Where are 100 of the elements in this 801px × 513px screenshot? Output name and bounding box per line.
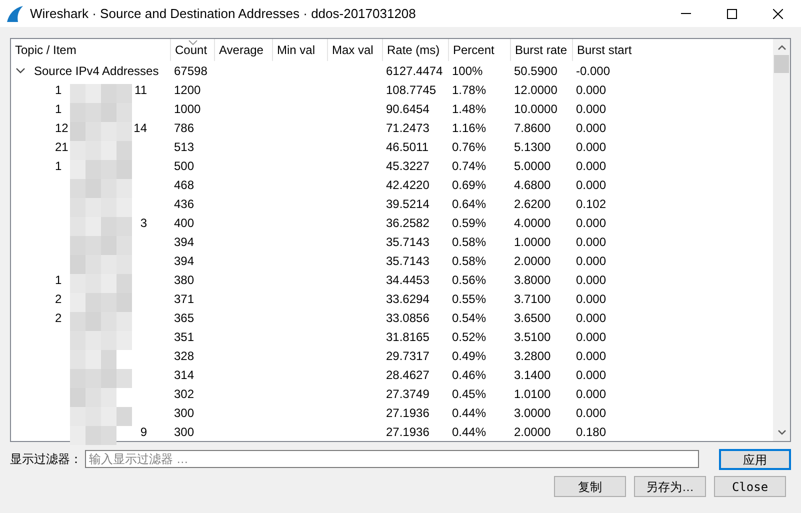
table-cell: 513 [174,140,194,154]
tree-item[interactable]: 3 [140,214,147,232]
tree-item[interactable]: 1 [55,100,62,118]
table-cell: 36.2582 [386,216,430,230]
table-cell: 0.000 [576,102,606,116]
tree-item[interactable]: 11 [134,80,147,98]
table-cell: 33.6294 [386,292,430,306]
table-cell: 300 [174,424,194,438]
table-cell: 34.4453 [386,272,430,286]
table-cell: 42.4220 [386,178,430,192]
tree-item[interactable]: 1 [55,270,62,288]
table-cell: 0.000 [576,234,606,248]
tree-item[interactable]: 12 [55,118,68,136]
table-cell: 2.0000 [514,254,551,268]
tree-item[interactable]: 21 [55,138,68,156]
table-cell: 400 [174,216,194,230]
table-cell: 0.46% [452,368,486,382]
table-cell: 33.0856 [386,310,430,324]
table-cell: 108.7745 [386,82,436,96]
table-cell: 3.6500 [514,310,551,324]
table-cell: 29.7317 [386,348,430,362]
table-cell: 0.000 [576,178,606,192]
tree-item[interactable]: Source IPv4 Addresses [34,62,159,80]
table-cell: 3.0000 [514,406,551,420]
table-cell: 0.44% [452,424,486,438]
table-cell: 0.54% [452,310,486,324]
window-title: Wireshark · Source and Destination Addresses · ddos-2017031208 [30,4,416,23]
display-filter-field[interactable]: 输入显示过滤器 … [85,450,699,468]
shark-fin-icon [6,6,24,22]
table-cell: 436 [174,196,194,210]
table-cell: -0.000 [576,64,610,78]
table-cell: 0.45% [452,386,486,400]
minimize-icon [681,13,691,14]
table-cell: 468 [174,178,194,192]
table-cell: 50.5900 [514,64,558,78]
table-cell: 0.000 [576,216,606,230]
table-cell: 27.3749 [386,386,430,400]
table-cell: 365 [174,310,194,324]
table-cell: 39.5214 [386,196,430,210]
table-cell: 380 [174,272,194,286]
table-cell: 1.78% [452,82,486,96]
table-cell: 5.0000 [514,158,551,172]
tree-item[interactable]: 1 [55,156,62,174]
tree-item[interactable]: 2 [55,308,62,326]
table-cell: 0.000 [576,386,606,400]
table-cell: 3.8000 [514,272,551,286]
table-cell: 3.5100 [514,330,551,344]
table-cell: 31.8165 [386,330,430,344]
table-cell: 27.1936 [386,424,430,438]
table-cell: 0.000 [576,330,606,344]
dialog-button[interactable]: Close [714,476,786,497]
table-cell: 0.000 [576,348,606,362]
table-cell: 71.2473 [386,120,430,134]
tree-toggle-icon[interactable] [16,66,25,75]
table-cell: 0.52% [452,330,486,344]
table-cell: 1.0000 [514,234,551,248]
table-cell: 0.180 [576,424,606,438]
table-cell: 500 [174,158,194,172]
table-cell: 0.58% [452,234,486,248]
table-cell: 0.58% [452,254,486,268]
table-cell: 0.000 [576,140,606,154]
table-cell: 394 [174,234,194,248]
scroll-up-icon[interactable] [778,45,786,50]
dialog-button[interactable]: 另存为… [634,476,706,497]
table-cell: 5.1300 [514,140,551,154]
table-cell: 0.69% [452,178,486,192]
table-cell: 0.000 [576,120,606,134]
table-cell: 0.55% [452,292,486,306]
tree-item[interactable]: 14 [134,118,147,136]
scroll-down-icon[interactable] [778,430,786,435]
scrollbar-thumb[interactable] [774,55,789,73]
table-cell: 3.2800 [514,348,551,362]
table-cell: 1000 [174,102,201,116]
table-cell: 0.000 [576,406,606,420]
table-cell: 0.59% [452,216,486,230]
table-cell: 46.5011 [386,140,428,154]
table-cell: 4.6800 [514,178,551,192]
table-cell: 0.000 [576,254,606,268]
filter-label: 显示过滤器： [10,451,82,468]
table-cell: 35.7143 [386,254,430,268]
table-cell: 1.16% [452,120,486,134]
table-cell: 0.64% [452,196,486,210]
table-cell: 0.000 [576,368,606,382]
vertical-scrollbar[interactable] [773,39,790,441]
close-icon [773,8,783,18]
tree-item[interactable]: 9 [140,422,147,440]
table-cell: 10.0000 [514,102,558,116]
table-cell: 1200 [174,82,201,96]
table-cell: 0.76% [452,140,486,154]
table-cell: 67598 [174,64,208,78]
table-cell: 0.000 [576,292,606,306]
table-cell: 0.000 [576,158,606,172]
table-cell: 2.0000 [514,424,551,438]
table-cell: 45.3227 [386,158,430,172]
apply-button[interactable]: 应用 [719,448,791,470]
table-cell: 7.8600 [514,120,551,134]
tree-item[interactable]: 2 [55,290,62,308]
tree-item[interactable]: 1 [55,80,62,98]
dialog-button[interactable]: 复制 [554,476,626,497]
table-cell: 27.1936 [386,406,430,420]
